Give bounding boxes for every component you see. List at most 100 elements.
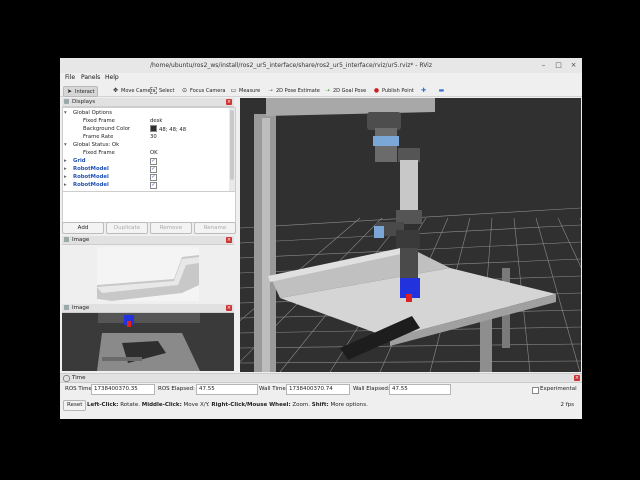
display-row[interactable]: ▸ RobotModel ✓: [63, 173, 227, 181]
expand-arrow-icon[interactable]: ▸: [64, 165, 67, 173]
scrollbar-thumb[interactable]: [230, 110, 234, 180]
display-row-label: Fixed Frame: [83, 118, 115, 124]
tool-publish-point[interactable]: ● Publish Point: [373, 86, 414, 95]
minimize-button[interactable]: –: [539, 61, 548, 70]
tool-interact[interactable]: ➤ Interact: [63, 86, 98, 97]
display-row[interactable]: Frame Rate 30: [63, 133, 227, 141]
image-panel-1: [62, 245, 234, 303]
minus-icon: ▬: [438, 87, 445, 94]
menu-file[interactable]: File: [65, 74, 75, 81]
duplicate-button[interactable]: Duplicate: [106, 222, 148, 234]
image-panel-2: [62, 313, 234, 371]
display-enable-checkbox[interactable]: ✓: [150, 181, 157, 189]
ros-elapsed-field[interactable]: 47.55: [196, 384, 258, 395]
maximize-button[interactable]: □: [554, 61, 563, 70]
display-row-value[interactable]: desk: [150, 117, 162, 125]
display-row-label: Global Options: [73, 110, 113, 116]
menu-bar: File Panels Help: [60, 73, 582, 82]
measure-icon: ▭: [230, 87, 237, 94]
image-panel-header[interactable]: Image ×: [62, 236, 234, 245]
tool-select[interactable]: Select: [150, 86, 174, 95]
display-row[interactable]: ▸ RobotModel ✓: [63, 181, 227, 189]
title-bar[interactable]: /home/ubuntu/ros2_ws/install/ros2_ur5_in…: [60, 58, 582, 74]
hint-shift-key: Shift:: [311, 402, 329, 408]
color-swatch: [150, 125, 157, 132]
displays-panel-header[interactable]: Displays ×: [62, 98, 234, 107]
display-row-label: Background Color: [83, 126, 131, 132]
time-panel: Time × ROS Time: 1738400370.35 ROS Elaps…: [60, 373, 582, 419]
tool-2d-goal-pose[interactable]: ➝ 2D Goal Pose: [324, 86, 366, 95]
window-title: /home/ubuntu/ros2_ws/install/ros2_ur5_in…: [149, 62, 432, 69]
display-row-label: RobotModel: [73, 182, 109, 188]
display-row[interactable]: ▸ Grid ✓: [63, 157, 227, 165]
display-row[interactable]: Fixed Frame desk: [63, 117, 227, 125]
close-window-button[interactable]: ×: [569, 61, 578, 70]
rename-button[interactable]: Rename: [194, 222, 236, 234]
reset-button[interactable]: Reset: [63, 400, 87, 411]
tool-label: Measure: [239, 87, 261, 94]
experimental-checkbox[interactable]: [532, 387, 539, 394]
tool-2d-pose-estimate[interactable]: ➝ 2D Pose Estimate: [267, 86, 320, 95]
tool-label: Interact: [75, 88, 95, 95]
check-icon: ✓: [150, 182, 157, 189]
ros-time-field[interactable]: 1738400370.35: [91, 384, 155, 395]
displays-title: Displays: [72, 99, 96, 105]
expand-arrow-icon[interactable]: ▸: [64, 173, 67, 181]
close-icon[interactable]: ×: [226, 305, 232, 311]
gripper-tip: [406, 294, 412, 302]
hint-middle-key: Middle-Click:: [141, 402, 182, 408]
display-row-value[interactable]: 30: [150, 133, 157, 141]
display-row[interactable]: Fixed Frame OK: [63, 149, 227, 157]
rviz-scene[interactable]: [240, 98, 581, 372]
display-row-label: Grid: [73, 158, 86, 164]
menu-help[interactable]: Help: [105, 74, 119, 81]
remove-button[interactable]: Remove: [150, 222, 192, 234]
focus-camera-icon: ⊙: [181, 87, 188, 94]
image-panel-header[interactable]: Image ×: [62, 304, 234, 313]
image-icon: [64, 237, 69, 242]
robot-tool: [400, 248, 418, 280]
clock-icon: [63, 375, 70, 382]
menu-panels[interactable]: Panels: [81, 74, 100, 81]
3d-viewport[interactable]: [240, 98, 581, 372]
expand-arrow-icon[interactable]: ▾: [64, 109, 67, 117]
display-row[interactable]: ▸ RobotModel ✓: [63, 165, 227, 173]
tool-add[interactable]: ✚: [420, 86, 427, 95]
camera-image-2: [62, 313, 234, 371]
tool-focus-camera[interactable]: ⊙ Focus Camera: [181, 86, 226, 95]
frame-post-highlight: [262, 118, 270, 372]
robot-wrist-3: [396, 230, 420, 248]
display-row[interactable]: ▾ Global Status: Ok: [63, 141, 227, 149]
displays-scrollbar[interactable]: [229, 108, 235, 192]
time-panel-header[interactable]: Time ×: [60, 374, 582, 383]
expand-arrow-icon[interactable]: ▸: [64, 181, 67, 189]
wall-elapsed-field[interactable]: 47.55: [389, 384, 451, 395]
expand-arrow-icon[interactable]: ▾: [64, 141, 67, 149]
displays-tree[interactable]: ▾ Global Options Fixed Frame desk Background…: [62, 107, 236, 193]
hint-right: Zoom.: [290, 402, 312, 408]
hint-right-key: Right-Click/Mouse Wheel:: [211, 402, 291, 408]
close-icon[interactable]: ×: [574, 375, 580, 381]
tool-remove[interactable]: ▬: [438, 86, 445, 95]
display-enable-checkbox[interactable]: ✓: [150, 165, 157, 173]
status-hint: Left-Click: Rotate. Middle-Click: Move X…: [87, 399, 368, 411]
cursor-icon: ➤: [66, 88, 73, 95]
display-enable-checkbox[interactable]: ✓: [150, 173, 157, 181]
select-icon: [150, 87, 157, 94]
fps-readout: 2 fps: [560, 402, 574, 408]
tool-label: Publish Point: [382, 87, 414, 94]
display-row-label: Global Status: Ok: [73, 142, 120, 148]
display-row[interactable]: ▾ Global Options: [63, 109, 227, 117]
display-row-value[interactable]: OK: [150, 149, 158, 157]
expand-arrow-icon[interactable]: ▸: [64, 157, 67, 165]
display-enable-checkbox[interactable]: ✓: [150, 157, 157, 165]
display-row[interactable]: Background Color 48; 48; 48: [63, 125, 227, 133]
wall-elapsed-label: Wall Elapsed:: [353, 386, 390, 392]
close-icon[interactable]: ×: [226, 237, 232, 243]
tool-label: 2D Pose Estimate: [276, 87, 320, 94]
add-button[interactable]: Add: [62, 222, 104, 234]
wall-time-label: Wall Time:: [259, 386, 288, 392]
close-icon[interactable]: ×: [226, 99, 232, 105]
tool-measure[interactable]: ▭ Measure: [230, 86, 261, 95]
wall-time-field[interactable]: 1738400370.74: [286, 384, 350, 395]
